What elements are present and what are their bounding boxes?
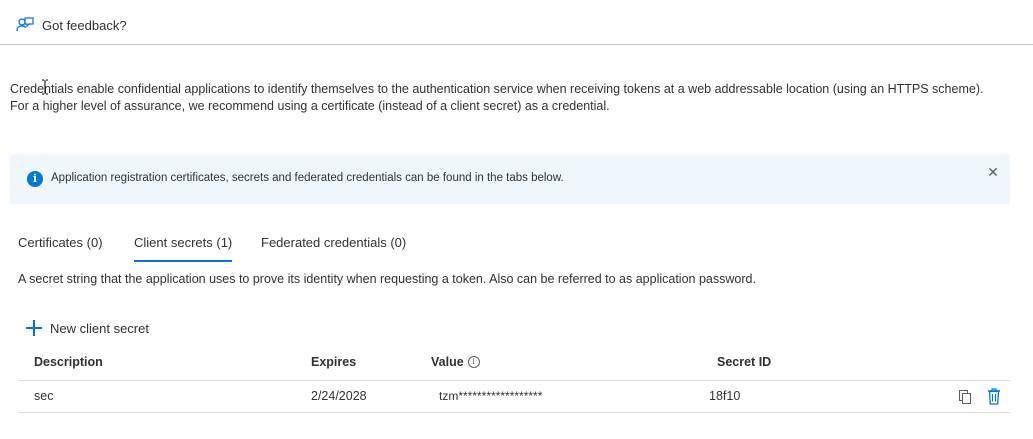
- delete-icon[interactable]: [987, 388, 1001, 405]
- text-cursor-icon: [42, 79, 48, 95]
- column-header-expires: Expires: [311, 355, 357, 369]
- info-small-icon[interactable]: i: [467, 356, 480, 368]
- info-banner-text: Application registration certificates, s…: [51, 172, 564, 184]
- column-header-value-label: Value: [431, 355, 464, 369]
- column-header-description: Description: [34, 355, 103, 369]
- plus-icon: [26, 320, 42, 336]
- column-header-secret-id: Secret ID: [717, 355, 772, 369]
- copy-icon[interactable]: [959, 390, 971, 404]
- feedback-bar: Got feedback?: [0, 0, 1033, 45]
- info-icon: i: [27, 171, 43, 187]
- feedback-icon: [16, 17, 34, 32]
- new-client-secret-button[interactable]: New client secret: [26, 318, 149, 338]
- tab-client-secrets[interactable]: Client secrets (1): [134, 234, 233, 262]
- secret-id-cell: 18f10: [709, 389, 741, 403]
- close-icon[interactable]: ✕: [985, 164, 1001, 180]
- got-feedback-label: Got feedback?: [42, 17, 127, 33]
- tab-certificates[interactable]: Certificates (0): [18, 234, 103, 262]
- secret-description-cell: sec: [34, 389, 54, 403]
- credentials-description: Credentials enable confidential applicat…: [10, 82, 984, 113]
- info-banner: i Application registration certificates,…: [10, 154, 1010, 204]
- tab-federated-credentials[interactable]: Federated credentials (0): [261, 234, 406, 262]
- secret-expires-cell: 2/24/2028: [311, 389, 367, 403]
- client-secret-description: A secret string that the application use…: [18, 272, 756, 286]
- column-header-value: Value i: [431, 355, 480, 369]
- table-row-divider: [18, 412, 1010, 413]
- table-header-divider: [18, 380, 1010, 381]
- new-client-secret-label: New client secret: [50, 320, 149, 336]
- got-feedback-button[interactable]: Got feedback?: [16, 14, 127, 36]
- secret-value-cell: tzm******************: [439, 389, 543, 403]
